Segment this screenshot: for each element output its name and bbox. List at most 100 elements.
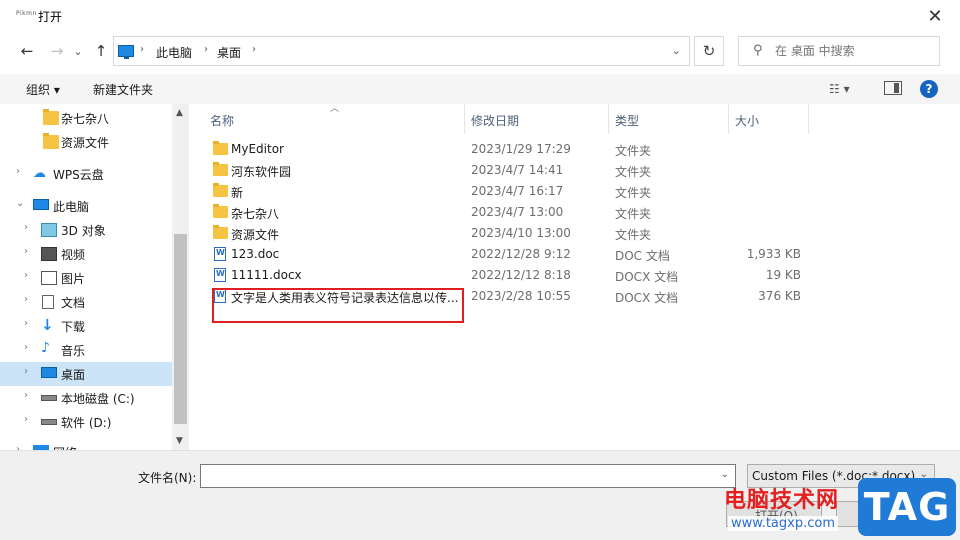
file-size: 19 KB xyxy=(765,268,801,282)
scroll-down-icon[interactable]: ▼ xyxy=(176,436,183,446)
sidebar-item-3d-objects[interactable]: › 3D 对象 xyxy=(0,218,172,242)
close-button[interactable]: ✕ xyxy=(922,4,948,28)
watermark-tag-logo: TAG xyxy=(858,478,956,536)
new-folder-button[interactable]: 新建文件夹 xyxy=(93,81,153,98)
sidebar-item-wps-cloud[interactable]: › ☁ WPS云盘 xyxy=(0,162,172,186)
computer-icon xyxy=(118,45,134,59)
file-type: 文件夹 xyxy=(615,228,652,242)
word-doc-icon xyxy=(214,289,226,303)
file-row[interactable]: 11111.docx 2022/12/12 8:18 DOCX 文档 19 KB xyxy=(205,265,805,286)
chevron-right-icon[interactable]: › xyxy=(24,390,28,401)
sidebar-item-drive-d[interactable]: › 软件 (D:) xyxy=(0,410,172,434)
file-type: 文件夹 xyxy=(615,144,652,158)
file-date: 2023/4/7 14:41 xyxy=(471,163,564,177)
organize-button[interactable]: 组织 ▾ xyxy=(26,81,60,98)
view-options-button[interactable]: ☷ ▾ xyxy=(829,82,850,96)
column-header-type[interactable]: 类型 xyxy=(615,112,639,129)
document-icon xyxy=(42,295,54,309)
chevron-right-icon[interactable]: › xyxy=(24,270,28,281)
file-row[interactable]: 新 2023/4/7 16:17 文件夹 xyxy=(205,181,805,202)
chevron-right-icon[interactable]: › xyxy=(24,222,28,233)
sidebar-item-documents[interactable]: › 文档 xyxy=(0,290,172,314)
column-divider[interactable] xyxy=(464,104,465,134)
arrow-right-icon: → xyxy=(50,42,64,60)
sidebar-item-resources[interactable]: 资源文件 xyxy=(0,130,172,154)
sidebar-item-drive-c[interactable]: › 本地磁盘 (C:) xyxy=(0,386,172,410)
column-divider[interactable] xyxy=(808,104,809,134)
file-date: 2023/4/7 13:00 xyxy=(471,205,564,219)
search-box[interactable]: ⚲ xyxy=(738,36,940,66)
sidebar-item-desktop[interactable]: › 桌面 xyxy=(0,362,172,386)
column-divider[interactable] xyxy=(728,104,729,134)
breadcrumb-desktop[interactable]: 桌面 xyxy=(217,44,241,61)
chevron-down-icon[interactable]: ⌄ xyxy=(16,198,24,209)
scrollbar-thumb[interactable] xyxy=(174,234,187,424)
sidebar-item-pictures[interactable]: › 图片 xyxy=(0,266,172,290)
column-header-name[interactable]: 名称 xyxy=(210,112,234,129)
file-row[interactable]: 杂七杂八 2023/4/7 13:00 文件夹 xyxy=(205,202,805,223)
recent-locations-button[interactable]: ⌄ xyxy=(70,40,86,62)
sidebar-item-this-pc[interactable]: ⌄ 此电脑 xyxy=(0,194,172,218)
window-title: 打开 xyxy=(38,10,63,24)
file-row[interactable]: 123.doc 2022/12/28 9:12 DOC 文档 1,933 KB xyxy=(205,244,805,265)
file-date: 2023/1/29 17:29 xyxy=(471,142,571,156)
help-button[interactable]: ? xyxy=(920,80,938,98)
column-header-size[interactable]: 大小 xyxy=(735,112,759,129)
folder-icon xyxy=(43,133,59,149)
up-button[interactable]: ↑ xyxy=(90,40,112,62)
arrow-up-icon: ↑ xyxy=(94,42,108,60)
sidebar-item-network[interactable]: › 网络 xyxy=(0,440,172,450)
file-list: ︿ 名称 修改日期 类型 大小 MyEditor 2023/1/29 17:29… xyxy=(190,104,960,450)
sort-ascending-icon: ︿ xyxy=(330,104,340,114)
sidebar-scrollbar[interactable]: ▲ ▼ xyxy=(172,104,189,450)
file-name: 杂七杂八 xyxy=(231,207,280,221)
column-header-date[interactable]: 修改日期 xyxy=(471,112,519,129)
chevron-right-icon[interactable]: › xyxy=(24,294,28,305)
column-divider[interactable] xyxy=(608,104,609,134)
filename-input[interactable]: ⌄ xyxy=(200,464,736,488)
breadcrumb-separator[interactable]: › xyxy=(204,44,208,55)
file-type: DOCX 文档 xyxy=(615,270,679,284)
sidebar-item-label: 视频 xyxy=(61,248,86,262)
chevron-right-icon[interactable]: › xyxy=(24,246,28,257)
sidebar-item-label: 音乐 xyxy=(61,344,86,358)
address-bar[interactable]: › 此电脑 › 桌面 › ⌄ xyxy=(113,36,690,66)
file-date: 2023/2/28 10:55 xyxy=(471,289,571,303)
file-row[interactable]: MyEditor 2023/1/29 17:29 文件夹 xyxy=(205,139,805,160)
arrow-left-icon: ← xyxy=(20,42,34,60)
sidebar-item-misc[interactable]: 杂七杂八 xyxy=(0,106,172,130)
command-bar: 组织 ▾ 新建文件夹 ☷ ▾ ? xyxy=(0,74,960,104)
file-row[interactable]: 河东软件园 2023/4/7 14:41 文件夹 xyxy=(205,160,805,181)
chevron-down-icon[interactable]: ⌄ xyxy=(672,44,681,57)
file-name: 文字是人类用表义符号记录表达信息以传... xyxy=(231,291,459,305)
scroll-up-icon[interactable]: ▲ xyxy=(176,108,183,118)
chevron-right-icon[interactable]: › xyxy=(24,342,28,353)
chevron-right-icon[interactable]: › xyxy=(16,166,20,177)
breadcrumb-separator[interactable]: › xyxy=(252,44,256,55)
file-size: 376 KB xyxy=(758,289,801,303)
folder-icon xyxy=(213,141,228,155)
download-icon: ↓ xyxy=(41,316,54,334)
file-row[interactable]: 资源文件 2023/4/10 13:00 文件夹 xyxy=(205,223,805,244)
sidebar-item-music[interactable]: › ♪ 音乐 xyxy=(0,338,172,362)
view-list-icon: ☷ ▾ xyxy=(829,82,850,96)
chevron-down-icon[interactable]: ⌄ xyxy=(721,469,729,480)
drive-icon xyxy=(41,395,57,401)
chevron-right-icon[interactable]: › xyxy=(24,366,28,377)
chevron-right-icon[interactable]: › xyxy=(24,318,28,329)
sidebar-item-downloads[interactable]: › ↓ 下载 xyxy=(0,314,172,338)
sidebar-item-label: 下载 xyxy=(61,320,86,334)
sidebar-item-label: WPS云盘 xyxy=(53,168,104,182)
chevron-right-icon[interactable]: › xyxy=(24,414,28,425)
drive-icon xyxy=(41,419,57,425)
preview-pane-button[interactable] xyxy=(884,81,902,95)
search-input[interactable] xyxy=(775,40,935,62)
refresh-button[interactable]: ↻ xyxy=(694,36,724,66)
computer-icon xyxy=(33,199,49,210)
breadcrumb-this-pc[interactable]: 此电脑 xyxy=(156,44,192,61)
sidebar-item-videos[interactable]: › 视频 xyxy=(0,242,172,266)
file-row[interactable]: 文字是人类用表义符号记录表达信息以传... 2023/2/28 10:55 DO… xyxy=(205,286,805,307)
file-date: 2023/4/7 16:17 xyxy=(471,184,564,198)
forward-button[interactable]: → xyxy=(46,40,68,62)
back-button[interactable]: ← xyxy=(16,40,38,62)
